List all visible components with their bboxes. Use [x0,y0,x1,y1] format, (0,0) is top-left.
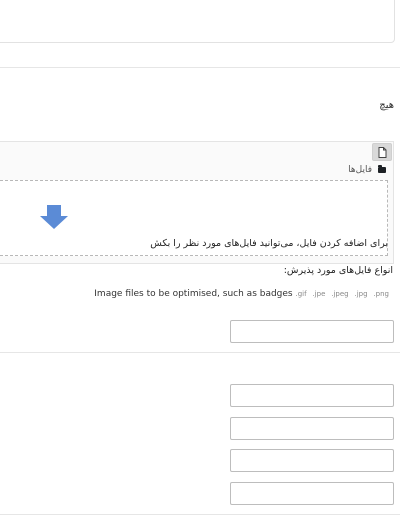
add-file-button[interactable] [372,143,392,161]
folder-icon [378,165,386,173]
accepted-types-list: Image files to be optimised, such as bad… [94,289,392,299]
text-input-4[interactable] [230,449,394,472]
none-value-text: هیچ [379,100,394,111]
filetype-png: .png [373,290,389,298]
section-divider [0,352,400,353]
text-input-2[interactable] [230,384,394,407]
filetype-jpeg: .jpeg [331,290,349,298]
text-input-1[interactable] [230,320,394,343]
section-divider [0,514,400,515]
filetype-jpg: .jpg [354,290,368,298]
accepted-types-description: Image files to be optimised, such as bad… [94,289,293,299]
path-label[interactable]: فایل‌ها [348,165,372,175]
description-textarea[interactable] [0,0,395,43]
file-icon [378,146,386,158]
filetype-gif: .gif [295,290,307,298]
filemanager-path: فایل‌ها [348,165,386,175]
dropzone-instruction: برای اضافه کردن فایل، می‌توانید فایل‌های… [150,238,388,249]
text-input-5[interactable] [230,482,394,505]
accepted-types-label: انواع فایل‌های مورد پذیرش: [283,265,393,276]
download-arrow-icon [40,205,68,229]
text-input-3[interactable] [230,417,394,440]
filetype-jpe: .jpe [312,290,326,298]
section-divider [0,67,400,68]
